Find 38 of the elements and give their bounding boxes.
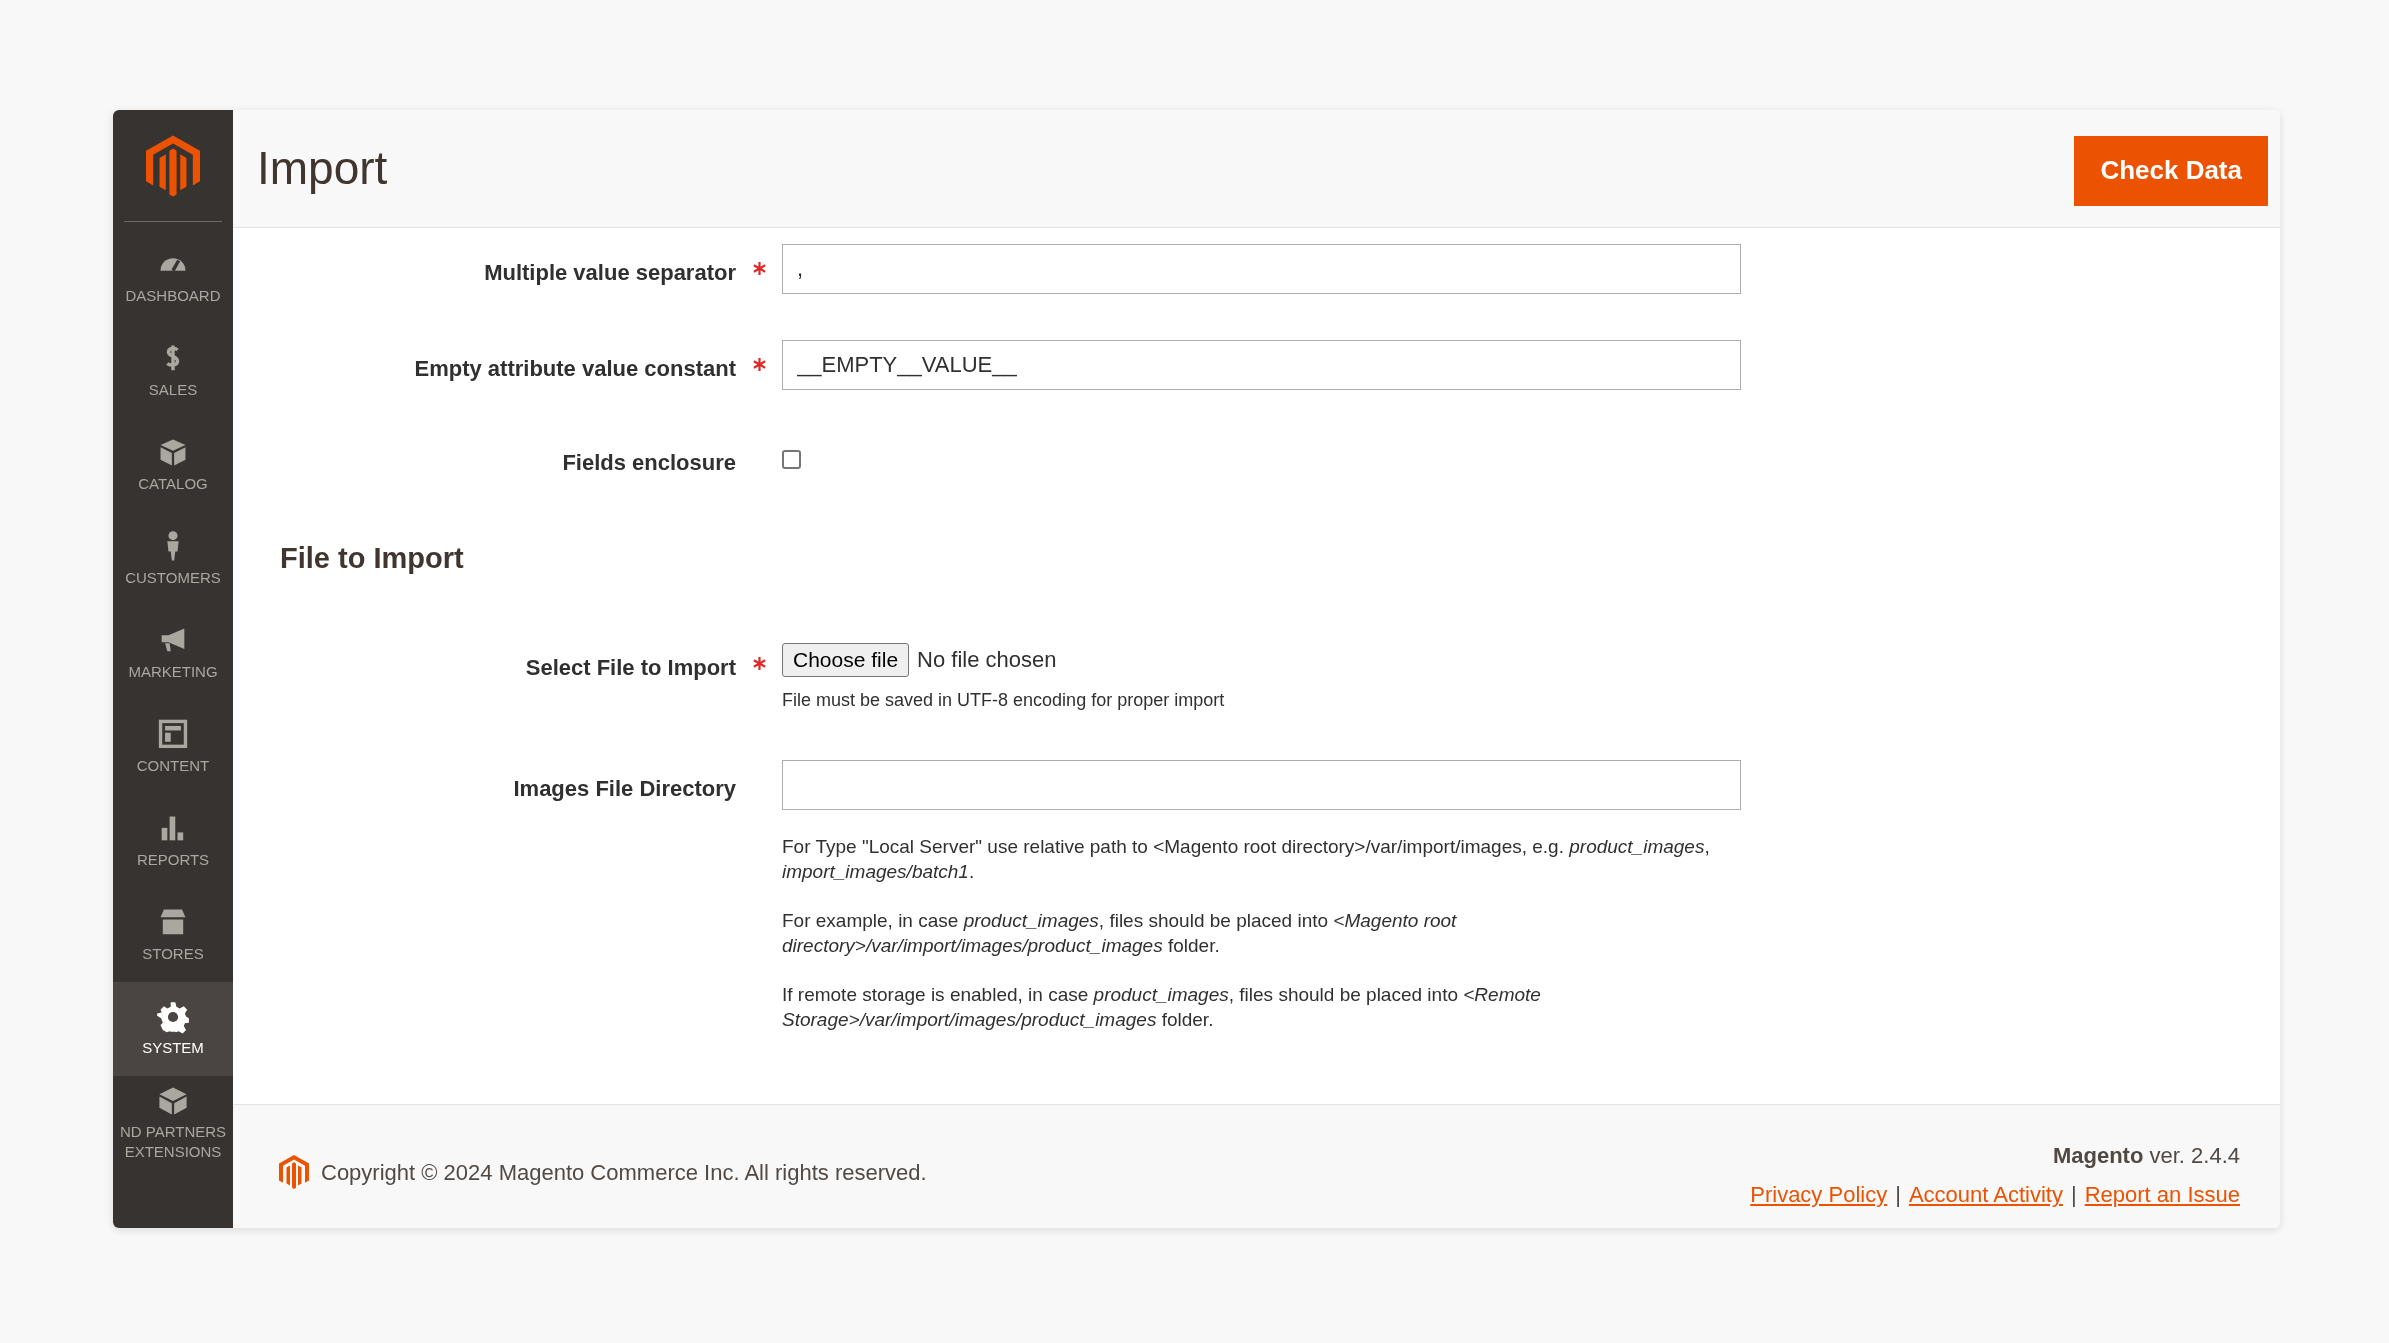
separator: |	[2069, 1181, 2078, 1209]
sidebar-item[interactable]: DASHBOARD	[113, 230, 233, 324]
field-label: Images File Directory	[512, 774, 736, 803]
sidebar-item[interactable]: MARKETING	[113, 606, 233, 700]
field-note: For example, in case product_images, files should be placed into <Magento root directory>/var/import/images/product_images folder.	[782, 908, 1458, 958]
logo-icon	[279, 1155, 309, 1189]
field-note: File must be saved in UTF-8 encoding for proper import	[782, 688, 1226, 712]
field-note: If remote storage is enabled, in case product_images, files should be placed into <Remote Storage>/var/import/images/product_images folder.	[782, 982, 1542, 1032]
logo-icon	[146, 134, 200, 197]
field-label: Empty attribute value constant	[413, 355, 736, 383]
choose-file-button[interactable]: Choose file	[782, 642, 910, 677]
sidebar-item[interactable]: CUSTOMERS	[113, 512, 233, 606]
sidebar-item[interactable]: CONTENT	[113, 700, 233, 794]
checkbox[interactable]	[782, 450, 801, 469]
gear-icon	[156, 1000, 190, 1034]
sidebar-item[interactable]: REPORTS	[113, 794, 233, 888]
field-note: For Type "Local Server" use relative path to <Magento root directory>/var/import/images, e.g. product_images, import_images/batch1.	[782, 834, 1711, 884]
input-field[interactable]: __EMPTY__VALUE__	[782, 340, 1741, 390]
copyright-text: Copyright © 2024 Magento Commerce Inc. All rights reserved.	[321, 1158, 927, 1187]
field-label: Fields enclosure	[561, 449, 736, 477]
footer-link[interactable]: Account Activity	[1908, 1178, 2063, 1211]
check-data-button[interactable]: Check Data	[2074, 135, 2268, 206]
footer-link[interactable]: Report an Issue	[2084, 1178, 2240, 1211]
sidebar-item[interactable]: STORES	[113, 888, 233, 982]
field-label: Multiple value separator	[483, 259, 736, 287]
version-text: Magento ver. 2.4.4	[2052, 1142, 2240, 1170]
separator: |	[1894, 1181, 1902, 1209]
sidebar-item[interactable]: ND PARTNERS EXTENSIONS	[113, 1076, 233, 1170]
input-field[interactable]: ,	[782, 244, 1741, 294]
sidebar-item[interactable]: SYSTEM	[113, 982, 233, 1076]
field-label: Select File to Import	[524, 653, 736, 682]
page-title: Import	[257, 141, 388, 196]
file-status: No file chosen	[917, 646, 1057, 674]
section-heading: File to Import	[280, 542, 464, 574]
input-field[interactable]	[782, 759, 1741, 810]
footer-link[interactable]: Privacy Policy	[1750, 1178, 1888, 1211]
sidebar-item[interactable]: CATALOG	[113, 418, 233, 512]
sidebar-item[interactable]: SALES	[113, 324, 233, 418]
